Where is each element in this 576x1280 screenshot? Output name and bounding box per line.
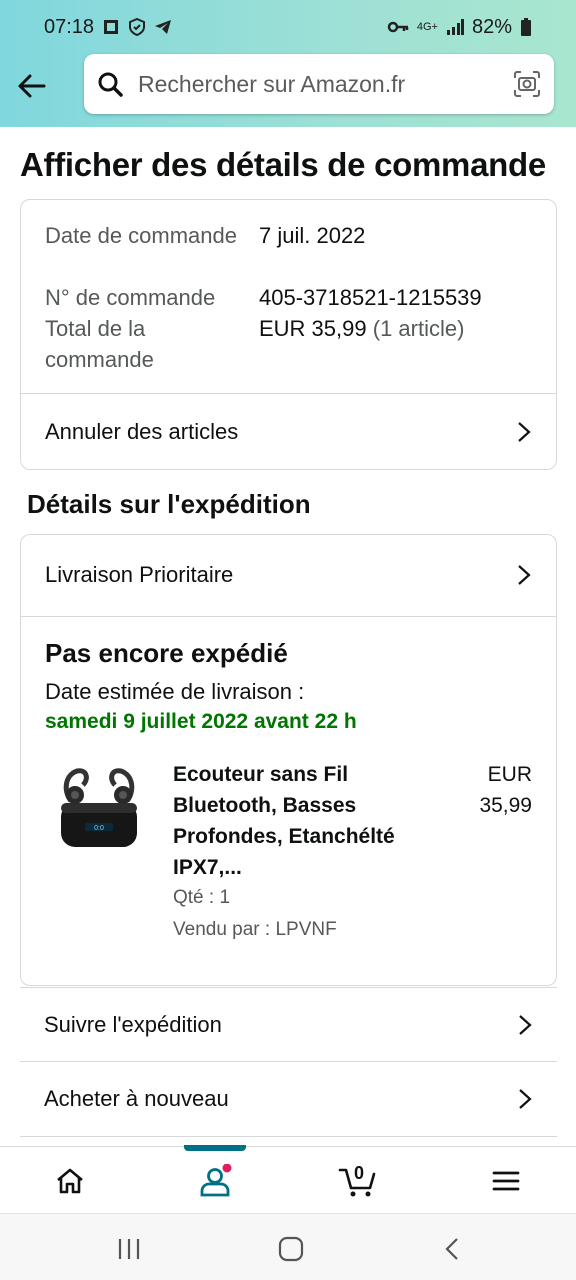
signal-icon: [446, 19, 464, 35]
back-arrow-icon[interactable]: [16, 70, 48, 102]
home-icon: [57, 1168, 83, 1193]
product-title[interactable]: Ecouteur sans Fil Bluetooth, Basses Prof…: [173, 759, 403, 883]
order-number-value: 405-3718521-1215539: [259, 285, 482, 310]
divider: [21, 616, 556, 617]
chevron-right-icon: [518, 421, 531, 442]
key-icon: [387, 21, 409, 33]
battery-percent: 82%: [471, 15, 512, 38]
sim-icon: [104, 20, 119, 34]
delivery-estimate-date: samedi 9 juillet 2022 avant 22 h: [45, 710, 357, 733]
shipment-status: Pas encore expédié: [45, 638, 288, 668]
nav-home[interactable]: [30, 1147, 110, 1214]
order-summary-card: Date de commande 7 juil. 2022 N° de comm…: [20, 199, 557, 470]
search-icon: [98, 72, 123, 97]
shield-icon: [129, 18, 146, 36]
cart-count: 0: [354, 1163, 365, 1183]
battery-icon: [521, 18, 531, 36]
order-date-label: Date de commande: [45, 223, 237, 248]
network-type: 4G+: [416, 20, 438, 33]
order-total-value: EUR 35,99: [259, 316, 367, 341]
track-shipment-link[interactable]: Suivre l'expédition: [20, 987, 557, 1062]
search-box[interactable]: [84, 54, 554, 114]
product-image[interactable]: 0:0: [57, 765, 141, 851]
chevron-right-icon: [519, 1014, 532, 1035]
status-time: 07:18: [44, 15, 95, 38]
order-total-label: Total de la commande: [45, 316, 154, 372]
search-header: [0, 54, 576, 127]
buy-again-label: Acheter à nouveau: [44, 1086, 229, 1111]
system-nav-bar: [0, 1213, 576, 1280]
product-quantity: Qté : 1: [173, 887, 231, 908]
status-bar: 07:18 4G+ 82%: [0, 0, 576, 54]
shipping-section-title: Détails sur l'expédition: [27, 489, 311, 519]
chevron-right-icon: [518, 564, 531, 585]
product-seller: Vendu par : LPVNF: [173, 919, 337, 940]
chevron-right-icon: [519, 1089, 532, 1109]
order-date-value: 7 juil. 2022: [259, 223, 366, 248]
nav-cart[interactable]: 0: [318, 1147, 398, 1214]
telegram-icon: [155, 20, 172, 34]
order-number-label: N° de commande: [45, 285, 216, 310]
search-input[interactable]: [138, 70, 512, 98]
shipping-method-label: Livraison Prioritaire: [45, 561, 234, 587]
account-icon: [200, 1163, 232, 1196]
camera-scan-icon[interactable]: [512, 69, 542, 99]
cancel-items-label: Annuler des articles: [45, 418, 239, 444]
bottom-nav: 0: [0, 1145, 576, 1214]
track-shipment-label: Suivre l'expédition: [44, 1011, 222, 1037]
order-total: EUR 35,99 (1 article): [259, 313, 464, 344]
recent-apps-icon[interactable]: [114, 1234, 144, 1264]
home-button-icon[interactable]: [276, 1234, 306, 1264]
product-price: EUR 35,99: [479, 763, 532, 817]
order-total-items: (1 article): [372, 316, 465, 341]
nav-account[interactable]: [175, 1147, 255, 1214]
delivery-estimate-label: Date estimée de livraison :: [45, 679, 305, 704]
shipping-method-link[interactable]: Livraison Prioritaire: [21, 537, 556, 612]
cancel-items-link[interactable]: Annuler des articles: [21, 394, 556, 469]
svg-text:0:0: 0:0: [94, 825, 104, 832]
menu-icon: [492, 1171, 520, 1190]
nav-menu[interactable]: [466, 1147, 546, 1214]
shipping-card: Livraison Prioritaire Pas encore expédié…: [20, 534, 557, 986]
page-title: Afficher des détails de commande: [20, 146, 546, 183]
back-button-icon[interactable]: [438, 1234, 468, 1264]
buy-again-link[interactable]: Acheter à nouveau: [20, 1062, 557, 1137]
